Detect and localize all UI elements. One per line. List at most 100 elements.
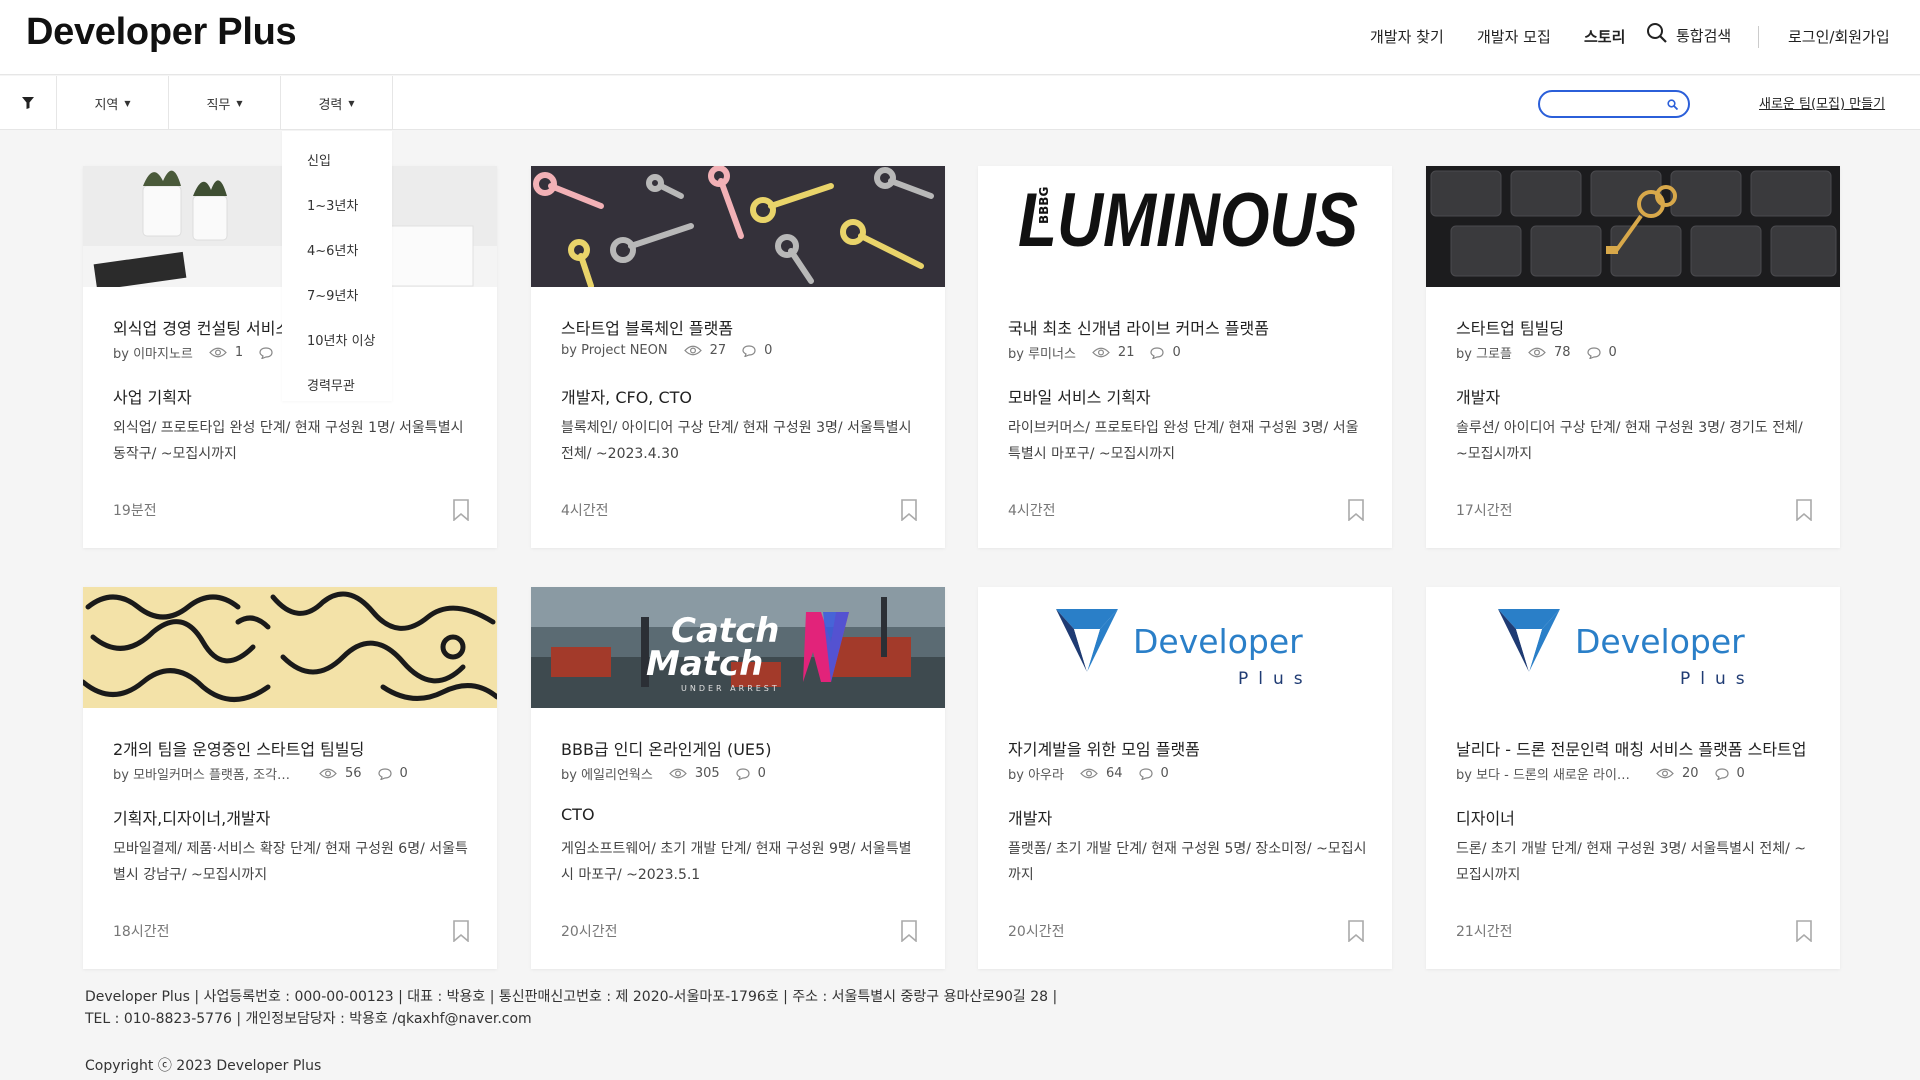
card-title[interactable]: 2개의 팀을 운영중인 스타트업 팀빌딩 xyxy=(113,736,473,760)
filter-job[interactable]: 직무 ▼ xyxy=(169,76,281,130)
comment-icon xyxy=(259,346,273,359)
team-card[interactable]: Developer Plus 날리다 - 드론 전문인력 매칭 서비스 플랫폼 … xyxy=(1426,587,1840,969)
filter-career-label: 경력 xyxy=(318,97,343,113)
card-author: by 루미너스 xyxy=(1008,347,1076,362)
bookmark-icon[interactable] xyxy=(1796,499,1812,522)
team-card[interactable]: Developer Plus 자기계발을 위한 모임 플랫폼 by 아우라 64… xyxy=(978,587,1392,969)
luminous-logo-text: LUMINOUS xyxy=(1018,178,1358,263)
nav-login-signup[interactable]: 로그인/회원가입 xyxy=(1788,26,1890,47)
bookmark-icon[interactable] xyxy=(453,499,469,522)
comment-icon xyxy=(736,767,750,780)
dropdown-item[interactable]: 4~6년차 xyxy=(307,240,358,259)
card-author: by 에일리언웍스 xyxy=(561,768,653,783)
card-description: 모바일결제/ 제품·서비스 확장 단계/ 현재 구성원 6명/ 서울특별시 강남… xyxy=(113,841,468,883)
game-logo-line2: Match xyxy=(646,644,763,684)
nav-find-developer[interactable]: 개발자 찾기 xyxy=(1370,26,1444,47)
eye-icon xyxy=(683,345,702,356)
dropdown-item[interactable]: 1~3년차 xyxy=(307,195,358,214)
game-logo-subtitle: UNDER ARREST xyxy=(681,684,780,693)
card-title[interactable]: 스타트업 블록체인 플랫폼 xyxy=(561,315,921,339)
card-author: by 이마지노르 xyxy=(113,347,193,362)
card-meta: by 에일리언웍스 305 0 xyxy=(561,764,766,783)
card-timestamp: 19분전 xyxy=(113,503,157,519)
bookmark-icon[interactable] xyxy=(901,920,917,943)
card-thumbnail xyxy=(1426,166,1840,287)
card-title[interactable]: 국내 최초 신개념 라이브 커머스 플랫폼 xyxy=(1008,315,1368,339)
card-timestamp: 17시간전 xyxy=(1456,503,1513,519)
chevron-down-icon: ▼ xyxy=(124,98,131,108)
team-card[interactable]: BBBG LUMINOUS 국내 최초 신개념 라이브 커머스 플랫폼 by 루… xyxy=(978,166,1392,548)
comment-count: 0 xyxy=(1160,766,1169,781)
card-description: 블록체인/ 아이디어 구상 단계/ 현재 구성원 3명/ 서울특별시 전체/ ~… xyxy=(561,420,912,462)
dropdown-item[interactable]: 경력무관 xyxy=(307,375,355,394)
card-description: 드론/ 초기 개발 단계/ 현재 구성원 3명/ 서울특별시 전체/ ~모집시까… xyxy=(1456,841,1807,883)
nav-integrated-search[interactable]: 통합검색 xyxy=(1646,22,1731,48)
filter-job-label: 직무 xyxy=(206,97,231,113)
card-timestamp: 18시간전 xyxy=(113,924,170,940)
card-author: by 아우라 xyxy=(1008,768,1064,783)
card-meta: by 그로플 78 0 xyxy=(1456,343,1617,362)
card-description: 라이브커머스/ 프로토타입 완성 단계/ 현재 구성원 3명/ 서울특별시 마포… xyxy=(1008,420,1359,462)
filter-bar: 지역 ▼ 직무 ▼ 경력 ▼ 새로운 팀(모집) 만들기 xyxy=(0,76,1920,130)
search-input[interactable] xyxy=(1538,90,1690,118)
comment-count: 0 xyxy=(399,766,408,781)
filter-region[interactable]: 지역 ▼ xyxy=(57,76,169,130)
filter-toggle[interactable] xyxy=(0,76,57,130)
eye-icon xyxy=(1092,347,1110,358)
card-author: by 보다 - 드론의 새로운 라이프스타일 xyxy=(1456,768,1636,783)
site-logo[interactable]: Developer Plus xyxy=(26,11,297,54)
card-title[interactable]: 날리다 - 드론 전문인력 매칭 서비스 플랫폼 스타트업 xyxy=(1456,736,1816,760)
card-thumbnail xyxy=(83,587,497,708)
card-thumbnail: Catch Match UNDER ARREST xyxy=(531,587,945,708)
comment-count: 0 xyxy=(757,766,766,781)
dp-logo-subtext: Plus xyxy=(1680,669,1755,689)
chevron-down-icon: ▼ xyxy=(348,98,355,108)
view-count: 1 xyxy=(234,345,244,360)
comment-count: 0 xyxy=(1172,345,1181,360)
create-team-link[interactable]: 새로운 팀(모집) 만들기 xyxy=(1759,93,1885,112)
card-title[interactable]: BBB급 인디 온라인게임 (UE5) xyxy=(561,736,921,760)
eye-icon xyxy=(1528,347,1546,358)
comment-icon xyxy=(1586,346,1601,359)
card-thumbnail: BBBG LUMINOUS xyxy=(978,166,1392,287)
filter-career[interactable]: 경력 ▼ xyxy=(281,76,393,130)
bookmark-icon[interactable] xyxy=(1348,499,1364,522)
card-author: by 모바일커머스 플랫폼, 조각투자 플랫폼 xyxy=(113,768,293,783)
bookmark-icon[interactable] xyxy=(901,499,917,522)
team-card[interactable]: 스타트업 팀빌딩 by 그로플 78 0 개발자 솔루션/ 아이디어 구상 단계… xyxy=(1426,166,1840,548)
nav-story[interactable]: 스토리 xyxy=(1584,26,1625,47)
card-title[interactable]: 스타트업 팀빌딩 xyxy=(1456,315,1816,339)
team-card[interactable]: Catch Match UNDER ARREST BBB급 인디 온라인게임 (… xyxy=(531,587,945,969)
footer-copyright: Copyright ⓒ 2023 Developer Plus xyxy=(85,1058,322,1074)
team-card[interactable]: 스타트업 블록체인 플랫폼 by Project NEON 27 0 개발자, … xyxy=(531,166,945,548)
bookmark-icon[interactable] xyxy=(1796,920,1812,943)
nav-recruit-developer[interactable]: 개발자 모집 xyxy=(1477,26,1551,47)
dropdown-item[interactable]: 신입 xyxy=(307,150,331,169)
team-card[interactable]: 2개의 팀을 운영중인 스타트업 팀빌딩 by 모바일커머스 플랫폼, 조각투자… xyxy=(83,587,497,969)
card-timestamp: 21시간전 xyxy=(1456,924,1513,940)
card-timestamp: 20시간전 xyxy=(1008,924,1065,940)
dp-logo-text: Developer xyxy=(1133,622,1303,661)
card-title[interactable]: 자기계발을 위한 모임 플랫폼 xyxy=(1008,736,1368,760)
card-role: 사업 기획자 xyxy=(113,388,192,407)
view-count: 64 xyxy=(1105,766,1123,781)
card-description: 솔루션/ 아이디어 구상 단계/ 현재 구성원 3명/ 경기도 전체/ ~모집시… xyxy=(1456,420,1803,462)
dropdown-item[interactable]: 7~9년차 xyxy=(307,285,358,304)
card-meta: by Project NEON 27 0 xyxy=(561,343,772,358)
comment-icon xyxy=(1714,767,1729,780)
bookmark-icon[interactable] xyxy=(453,920,469,943)
card-role: 개발자 xyxy=(1008,809,1053,828)
card-author: by 그로플 xyxy=(1456,347,1512,362)
comment-count: 0 xyxy=(764,343,773,358)
eye-icon xyxy=(319,768,337,779)
card-role: 개발자 xyxy=(1456,388,1501,407)
filter-funnel-icon xyxy=(22,94,34,113)
card-description: 플랫폼/ 초기 개발 단계/ 현재 구성원 5명/ 장소미정/ ~모집시까지 xyxy=(1008,841,1367,883)
card-meta: by 보다 - 드론의 새로운 라이프스타일 20 0 xyxy=(1456,764,1745,783)
view-count: 56 xyxy=(345,766,362,781)
card-meta: by 모바일커머스 플랫폼, 조각투자 플랫폼 56 0 xyxy=(113,764,408,783)
dropdown-item[interactable]: 10년차 이상 xyxy=(307,330,376,349)
bookmark-icon[interactable] xyxy=(1348,920,1364,943)
card-meta: by 아우라 64 0 xyxy=(1008,764,1169,783)
card-role: CTO xyxy=(561,805,595,824)
